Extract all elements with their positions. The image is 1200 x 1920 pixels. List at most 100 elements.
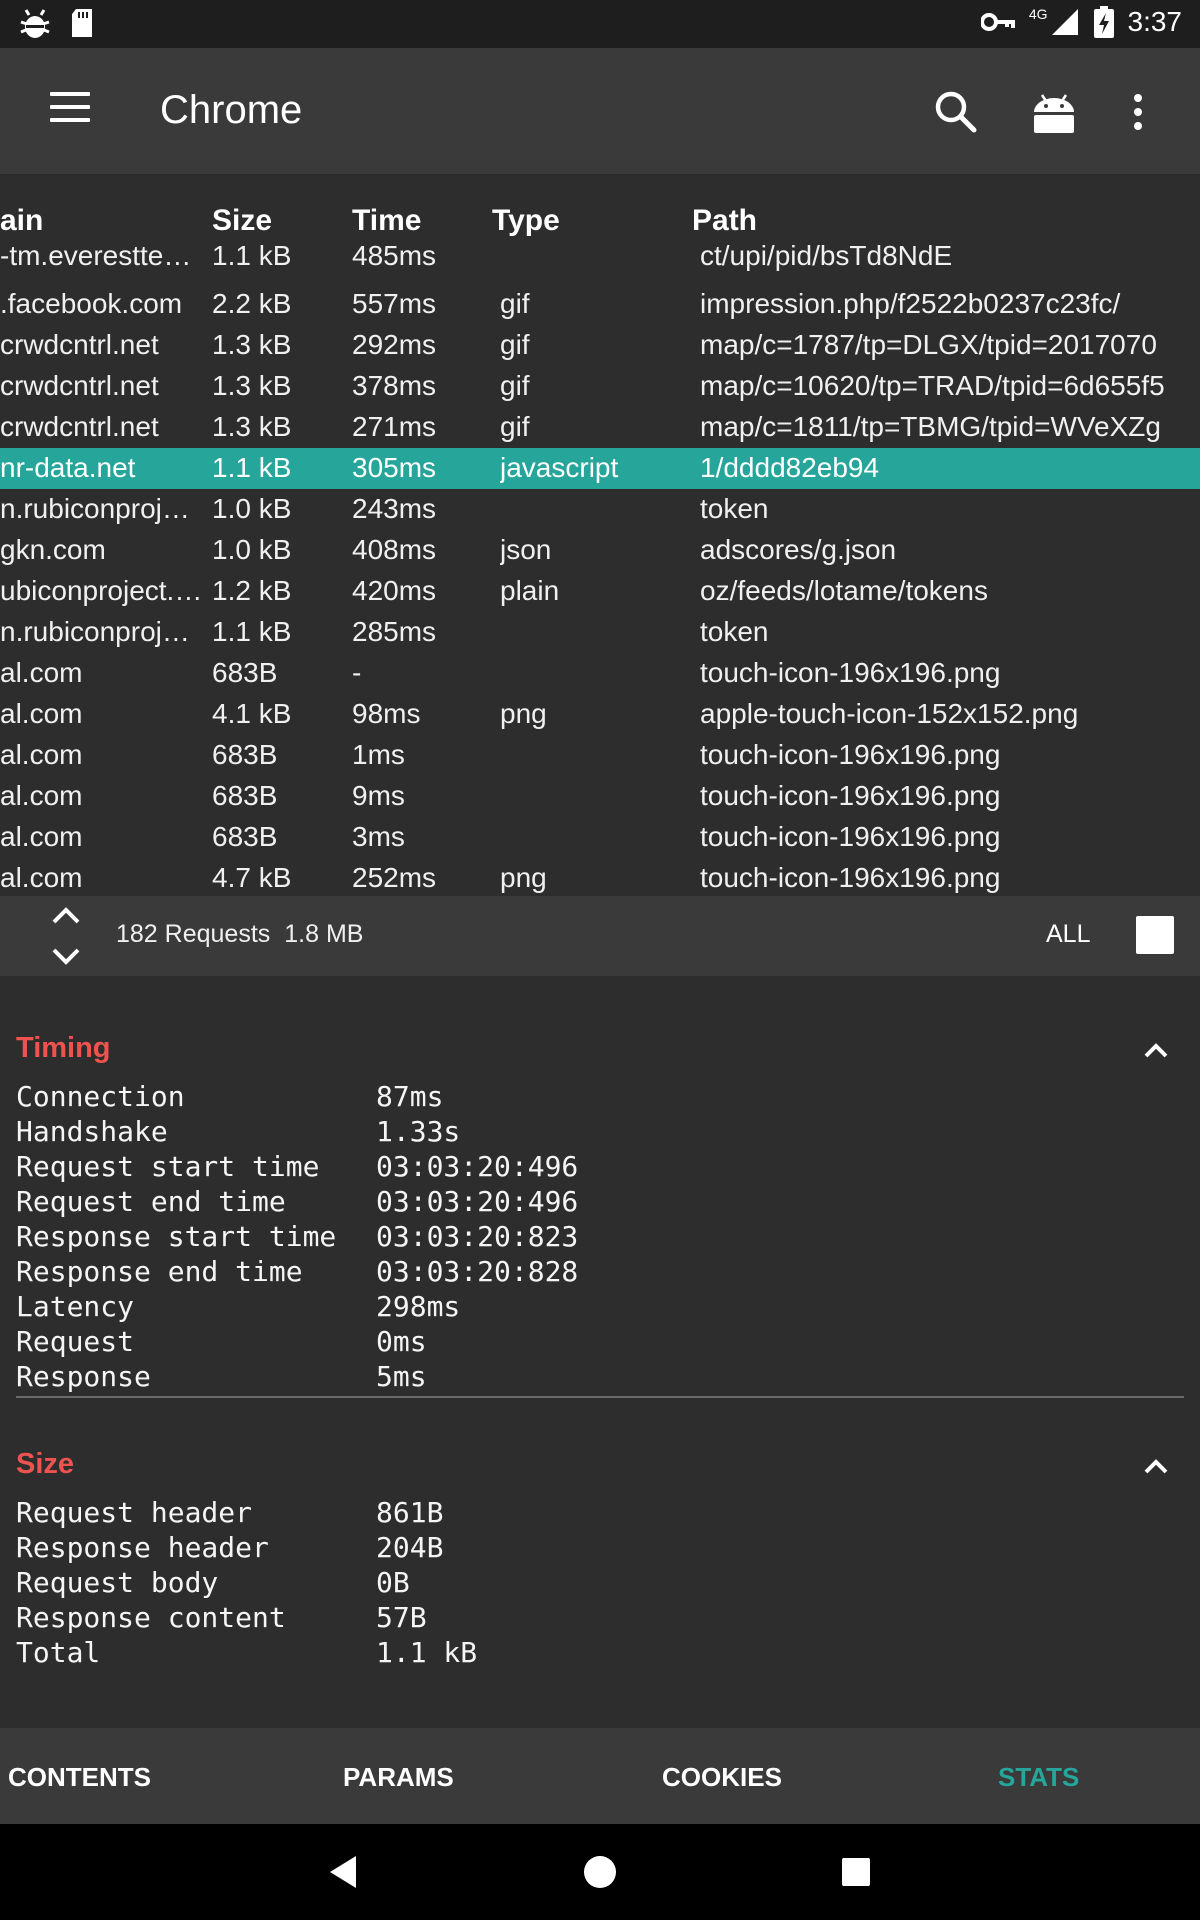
filter-all-checkbox[interactable] — [1136, 916, 1174, 954]
table-row[interactable]: n.rubiconproje… 1.0 kB 243ms token — [0, 489, 1200, 530]
signal-icon — [1051, 9, 1078, 35]
table-row[interactable]: al.com 683B 9ms touch-icon-196x196.png — [0, 776, 1200, 817]
table-row[interactable]: al.com 4.7 kB 252ms png touch-icon-196x196.p… — [0, 858, 1200, 896]
cell-path: map/c=1787/tp=DLGX/tpid=2017070 — [700, 329, 1157, 360]
timing-value: 03:03:20:823 — [376, 1220, 579, 1253]
timing-key: Response end time — [16, 1255, 303, 1288]
request-count: 182 Requests — [116, 920, 271, 948]
size-key: Response header — [16, 1531, 269, 1564]
cell-time: 378ms — [352, 370, 437, 401]
scroll-arrows-icon[interactable] — [48, 904, 84, 968]
cell-path: touch-icon-196x196.png — [700, 739, 1001, 770]
cell-time: 557ms — [352, 288, 437, 319]
cell-type: gif — [500, 329, 530, 360]
table-row[interactable]: al.com 4.1 kB 98ms png apple-touch-icon-152x… — [0, 694, 1200, 735]
cell-time: 485ms — [352, 240, 437, 271]
cell-path: touch-icon-196x196.png — [700, 780, 1001, 811]
table-row[interactable]: n.rubiconproje… 1.1 kB 285ms token — [0, 612, 1200, 653]
tab-contents[interactable]: CONTENTS — [8, 1762, 151, 1793]
table-row[interactable]: al.com 683B 1ms touch-icon-196x196.png — [0, 735, 1200, 776]
tab-stats[interactable]: STATS — [998, 1762, 1079, 1793]
cell-domain: nr-data.net — [0, 452, 136, 483]
table-row[interactable]: -tm.everesttec… 1.1 kB 485ms ct/upi/pid/bsT… — [0, 240, 1200, 284]
cell-path: apple-touch-icon-152x152.png — [700, 698, 1079, 729]
cell-time: 408ms — [352, 534, 437, 565]
timing-value: 03:03:20:496 — [376, 1150, 579, 1183]
cell-size: 1.1 kB — [212, 452, 292, 483]
cell-path: adscores/g.json — [700, 534, 897, 565]
timing-value: 0ms — [376, 1325, 427, 1358]
search-icon[interactable] — [930, 86, 982, 138]
filter-all-label: ALL — [1046, 920, 1091, 948]
timing-key: Latency — [16, 1290, 135, 1323]
cell-time: 271ms — [352, 411, 437, 442]
cell-size: 1.2 kB — [212, 575, 292, 606]
timing-key: Request — [16, 1325, 135, 1358]
timing-value: 298ms — [376, 1290, 461, 1323]
table-row[interactable]: al.com 683B 3ms touch-icon-196x196.png — [0, 817, 1200, 858]
recents-icon[interactable] — [834, 1850, 878, 1894]
cell-domain: al.com — [0, 780, 83, 811]
cell-time: - — [352, 657, 362, 688]
tab-params[interactable]: PARAMS — [343, 1762, 454, 1793]
android-icon[interactable] — [1028, 86, 1080, 138]
column-header-size[interactable]: Size — [212, 204, 272, 238]
cell-path: oz/feeds/lotame/tokens — [700, 575, 988, 606]
table-row[interactable]: al.com 683B - touch-icon-196x196.png — [0, 653, 1200, 694]
cell-path: ct/upi/pid/bsTd8NdE — [700, 240, 953, 271]
timing-key: Response start time — [16, 1220, 337, 1253]
size-section-title: Size — [16, 1448, 75, 1480]
cell-time: 243ms — [352, 493, 437, 524]
home-icon[interactable] — [578, 1850, 622, 1894]
cell-time: 305ms — [352, 452, 437, 483]
table-row[interactable]: crwdcntrl.net 1.3 kB 378ms gif map/c=10620/t… — [0, 366, 1200, 407]
timing-value: 03:03:20:496 — [376, 1185, 579, 1218]
table-row[interactable]: gkn.com 1.0 kB 408ms json adscores/g.json — [0, 530, 1200, 571]
timing-section-title: Timing — [16, 1032, 111, 1064]
cell-domain: gkn.com — [0, 534, 106, 565]
cell-type: gif — [500, 288, 530, 319]
table-body: -tm.everesttec… 1.1 kB 485ms ct/upi/pid/bsT… — [0, 240, 1200, 896]
column-header-time[interactable]: Time — [352, 204, 421, 238]
back-icon[interactable] — [322, 1850, 366, 1894]
timing-collapse-icon[interactable] — [1136, 1030, 1176, 1070]
cell-path: token — [700, 493, 769, 524]
size-value: 1.1 kB — [376, 1636, 478, 1669]
cell-type: png — [500, 698, 547, 729]
timing-value: 5ms — [376, 1360, 427, 1393]
cell-domain: al.com — [0, 821, 83, 852]
cell-path: impression.php/f2522b0237c23fc/ — [700, 288, 1121, 319]
table-row[interactable]: nr-data.net 1.1 kB 305ms javascript 1/dddd82… — [0, 448, 1200, 489]
menu-icon[interactable] — [50, 92, 90, 128]
bottom-tabs: CONTENTS PARAMS COOKIES STATS — [0, 1728, 1200, 1824]
table-row[interactable]: ubiconproject.… 1.2 kB 420ms plain oz/feeds/… — [0, 571, 1200, 612]
cell-time: 9ms — [352, 780, 405, 811]
timing-value: 87ms — [376, 1080, 444, 1113]
column-header-domain[interactable]: ain — [0, 204, 43, 238]
total-size: 1.8 MB — [284, 920, 364, 948]
more-vert-icon[interactable] — [1112, 86, 1164, 138]
cell-domain: .facebook.com — [0, 288, 183, 319]
cell-type: json — [500, 534, 552, 565]
size-value: 861B — [376, 1496, 444, 1529]
summary-text: 182 Requests 1.8 MB — [116, 920, 363, 949]
cell-size: 1.3 kB — [212, 411, 292, 442]
table-row[interactable]: .facebook.com 2.2 kB 557ms gif impression.ph… — [0, 284, 1200, 325]
app-bar: Chrome — [0, 48, 1200, 174]
cell-size: 1.0 kB — [212, 534, 292, 565]
size-key: Total — [16, 1636, 101, 1669]
column-header-type[interactable]: Type — [492, 204, 560, 238]
cell-time: 285ms — [352, 616, 437, 647]
column-header-path[interactable]: Path — [692, 204, 757, 238]
cell-size: 1.1 kB — [212, 616, 292, 647]
timing-key: Request end time — [16, 1185, 286, 1218]
cell-domain: crwdcntrl.net — [0, 411, 159, 442]
size-collapse-icon[interactable] — [1136, 1446, 1176, 1486]
cell-size: 683B — [212, 821, 278, 852]
cell-domain: al.com — [0, 698, 83, 729]
table-row[interactable]: crwdcntrl.net 1.3 kB 292ms gif map/c=1787/tp… — [0, 325, 1200, 366]
tab-cookies[interactable]: COOKIES — [662, 1762, 782, 1793]
size-value: 0B — [376, 1566, 410, 1599]
cell-time: 252ms — [352, 862, 437, 893]
table-row[interactable]: crwdcntrl.net 1.3 kB 271ms gif map/c=1811/tp… — [0, 407, 1200, 448]
